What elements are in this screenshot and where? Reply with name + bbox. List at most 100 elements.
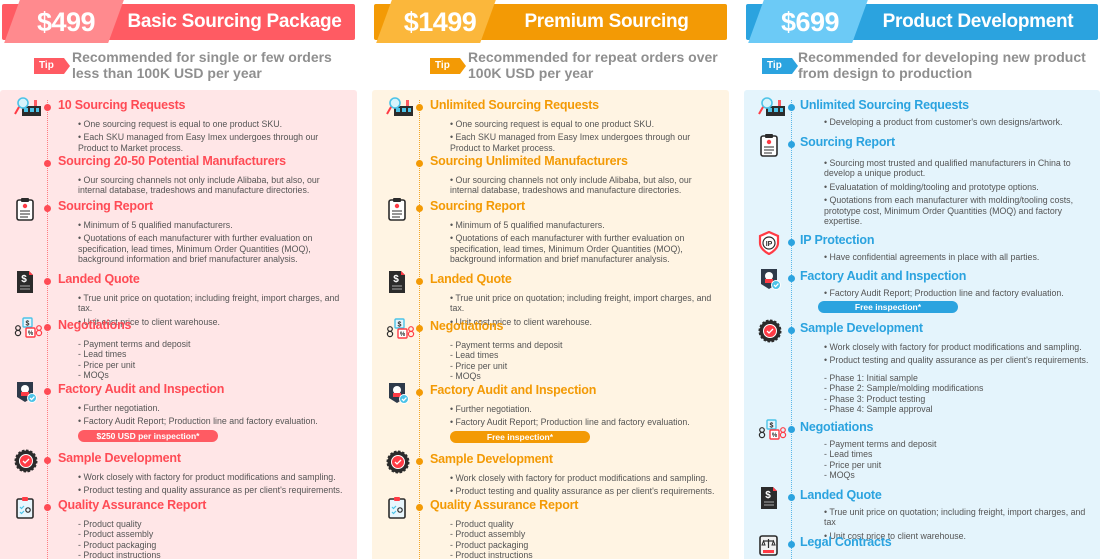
package-price: $699 — [780, 7, 840, 37]
feature-details: • Further negotiation. • Factory Audit Re… — [450, 404, 717, 428]
feature-detail-line: - Phase 4: Sample approval — [824, 404, 933, 415]
feature-detail-line: - Payment terms and deposit — [824, 439, 937, 449]
tip-text: Recommended for developing new product f… — [798, 49, 1086, 81]
feature-title: Sample Development — [430, 452, 553, 466]
feature-detail-line: - Payment terms and deposit — [450, 340, 563, 350]
feature-details: - Product quality - Product assembly - Pro… — [78, 519, 345, 559]
feature-detail-line: • Each SKU managed from Easy Imex underg… — [78, 132, 319, 153]
svg-text:IP: IP — [766, 241, 773, 248]
clipboard-report-icon — [386, 197, 412, 221]
feature-title: Landed Quote — [800, 488, 882, 502]
tip-badge: Tip — [762, 58, 798, 74]
timeline-dot — [788, 541, 795, 548]
feature-title: Sourcing 20-50 Potential Manufacturers — [58, 154, 286, 168]
svg-text:%: % — [772, 433, 778, 439]
timeline-dot — [416, 458, 423, 465]
svg-text:$: $ — [393, 274, 399, 285]
package-price: $499 — [36, 7, 96, 37]
timeline-dot — [416, 205, 423, 212]
timeline-dot — [416, 160, 423, 167]
feature-detail-line: • Quotations of each manufacturer with f… — [450, 233, 685, 265]
feature-detail-line: - Product assembly — [78, 529, 154, 540]
feature-list: 10 Sourcing Requests • One sourcing reque… — [0, 90, 357, 559]
feature-detail-line: - Price per unit — [450, 360, 508, 371]
timeline-dot — [788, 327, 795, 334]
feature-detail-line: • Further negotiation. — [78, 403, 160, 413]
timeline-dot — [788, 426, 795, 433]
feature-details: • One sourcing request is equal to one p… — [450, 119, 717, 153]
svg-text:%: % — [400, 332, 406, 338]
feature-detail-line: - Product quality — [78, 519, 142, 529]
feature-detail-line: • Further negotiation. — [450, 404, 532, 414]
tip-text: Recommended for repeat orders over 100K … — [468, 49, 718, 81]
clipboard-report-icon — [14, 197, 40, 221]
package-product-development: $699 Product Development Tip Recommended… — [744, 0, 1100, 559]
feature-details: • Work closely with factory for product … — [450, 473, 717, 497]
feature-title: Sourcing Report — [58, 199, 153, 213]
negotiation-icon: $ % — [14, 316, 43, 340]
feature-detail-line: • One sourcing request is equal to one p… — [450, 119, 655, 129]
timeline-dot — [44, 205, 51, 212]
feature-detail-line: • Quotations from each manufacturer with… — [824, 195, 1074, 227]
feature-details: • Minimum of 5 qualified manufacturers. •… — [78, 220, 345, 265]
inspector-badge-icon — [14, 380, 40, 404]
dollar-document-icon: $ — [14, 270, 40, 294]
feature-detail-line: • True unit price on quotation; includin… — [78, 293, 340, 314]
package-title: Basic Sourcing Package — [127, 11, 342, 32]
feature-details: • Factory Audit Report; Production line … — [824, 288, 1090, 298]
clipboard-report-icon — [758, 133, 784, 157]
package-price: $1499 — [403, 7, 477, 37]
timeline-dot — [788, 239, 795, 246]
timeline-dot — [416, 504, 423, 511]
feature-title: Unlimited Sourcing Requests — [800, 98, 969, 112]
feature-details: - Product quality - Product assembly - Pro… — [450, 519, 717, 559]
feature-details: • Work closely with factory for product … — [824, 342, 1090, 414]
feature-title: Sourcing Unlimited Manufacturers — [430, 154, 628, 168]
feature-detail-line: • True unit price on quotation; includin… — [450, 293, 712, 314]
feature-details: • Work closely with factory for product … — [78, 472, 345, 496]
feature-detail-line: • Minimum of 5 qualified manufacturers. — [450, 220, 605, 230]
feature-details: • Our sourcing channels not only include… — [450, 175, 717, 196]
feature-detail-line: • Developing a product from customer's o… — [824, 117, 1063, 127]
timeline-dot — [44, 160, 51, 167]
feature-detail-line: • Work closely with factory for product … — [824, 342, 1082, 352]
feature-title: Landed Quote — [58, 272, 140, 286]
feature-detail-line: • Factory Audit Report; Production line … — [450, 417, 690, 428]
tip-text: Recommended for single or few orders les… — [72, 49, 332, 81]
feature-detail-line: • One sourcing request is equal to one p… — [78, 119, 283, 129]
feature-title: IP Protection — [800, 233, 875, 247]
feature-detail-line: • True unit price on quotation; includin… — [824, 507, 1086, 528]
package-title: Premium Sourcing Package — [524, 11, 689, 68]
timeline-dot — [788, 104, 795, 111]
feature-details: • Developing a product from customer's o… — [824, 117, 1090, 127]
quality-checklist-icon — [14, 496, 40, 520]
feature-title: Factory Audit and Inspection — [800, 269, 967, 283]
feature-detail-line: - Price per unit — [78, 359, 136, 370]
feature-title: Unlimited Sourcing Requests — [430, 98, 599, 112]
feature-details: • Our sourcing channels not only include… — [78, 175, 345, 196]
feature-list: Unlimited Sourcing Requests • One sourcin… — [372, 90, 729, 559]
feature-title: Landed Quote — [430, 272, 512, 286]
inspection-price-badge: $250 USD per inspection* — [78, 429, 218, 442]
gear-badge-icon — [386, 450, 412, 474]
package-premium: $1499 Premium Sourcing Package Tip Recom… — [372, 0, 729, 559]
feature-detail-line: - Product packaging — [78, 539, 157, 550]
gear-badge-icon — [758, 319, 784, 343]
feature-detail-line: • Sourcing most trusted and qualified ma… — [824, 158, 1071, 179]
feature-details: • Have confidential agreements in place … — [824, 252, 1090, 262]
feature-list: Unlimited Sourcing Requests • Developing … — [744, 90, 1100, 559]
feature-detail-line: - Product packaging — [450, 539, 529, 550]
feature-detail-line: • Each SKU managed from Easy Imex underg… — [450, 132, 691, 153]
ip-shield-icon: IP — [758, 230, 784, 256]
feature-title: Sourcing Report — [800, 135, 895, 149]
quality-checklist-icon — [386, 496, 412, 520]
feature-detail-line: - Product quality — [450, 519, 514, 529]
timeline-dot — [44, 504, 51, 511]
feature-details: • Further negotiation. • Factory Audit Re… — [78, 403, 345, 427]
feature-detail-line: - Product instructions — [450, 550, 533, 559]
feature-detail-line: • Evaluatation of molding/tooling and pr… — [824, 181, 1039, 192]
timeline-dot — [416, 389, 423, 396]
feature-title: Negotiations — [58, 318, 132, 332]
feature-title: Factory Audit and Inspection — [430, 383, 597, 397]
feature-title: Factory Audit and Inspection — [58, 382, 225, 396]
